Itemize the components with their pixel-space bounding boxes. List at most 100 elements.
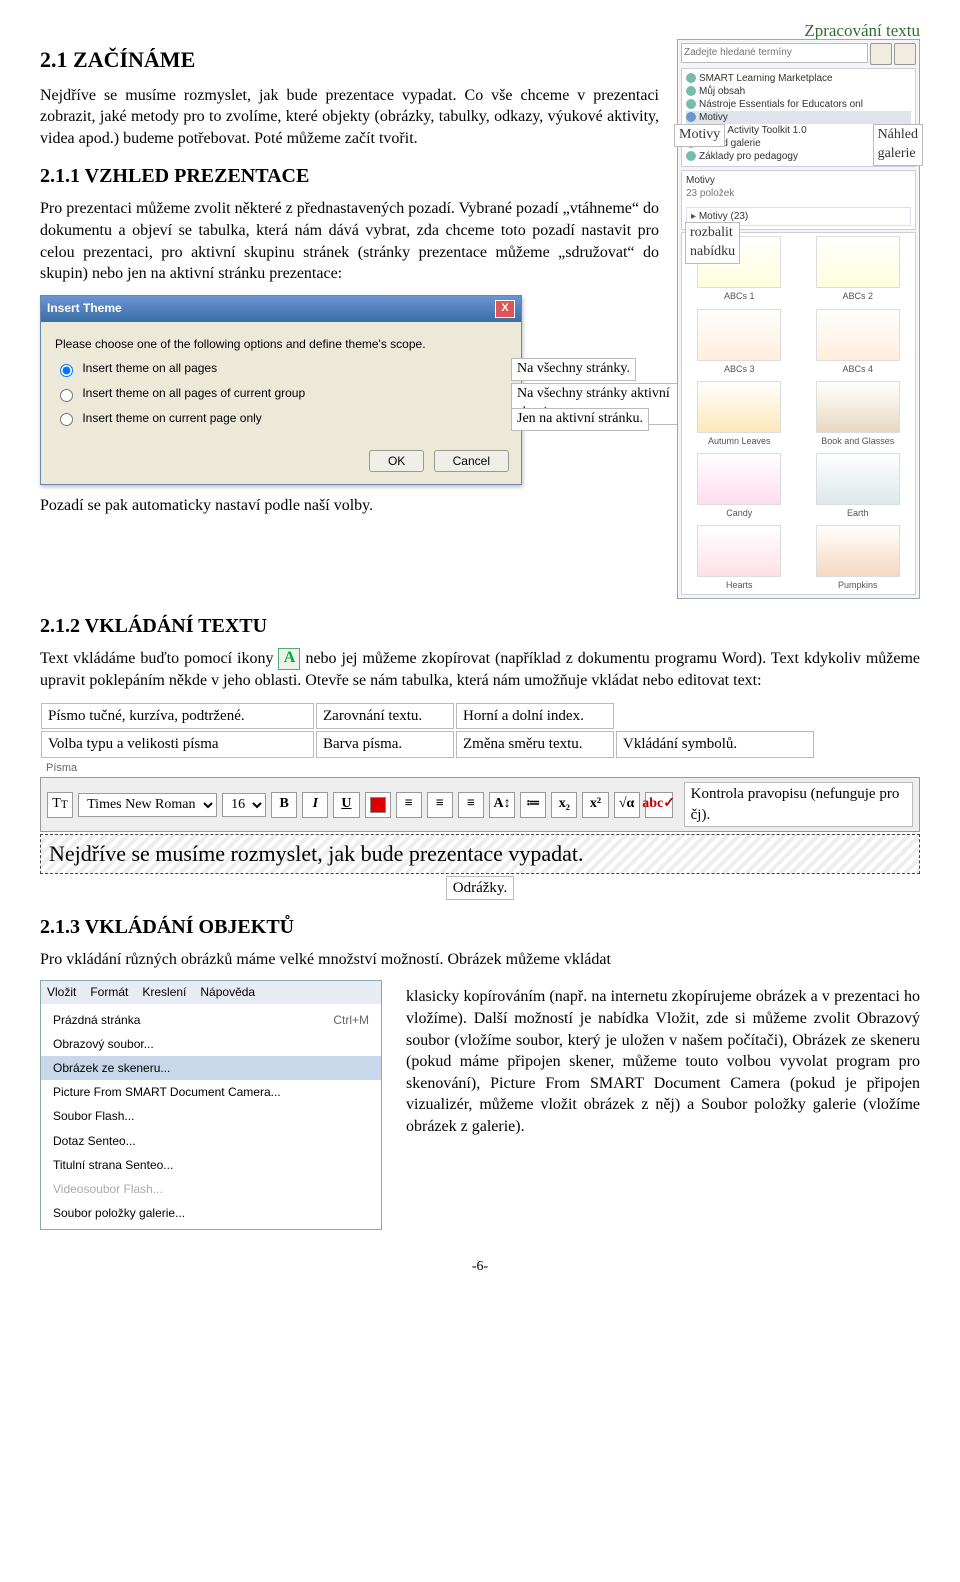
menu-item[interactable]: Prázdná stránkaCtrl+M	[41, 1008, 381, 1032]
callout-current: Jen na aktivní stránku.	[511, 408, 649, 431]
bullets-button[interactable]: ≔	[520, 792, 546, 818]
menu-item[interactable]: Dotaz Senteo...	[41, 1129, 381, 1153]
callout-all: Na všechny stránky.	[511, 358, 636, 381]
spellcheck-button[interactable]: abc✓	[645, 792, 673, 818]
panel-label: Písma	[40, 759, 920, 778]
radio-label: Insert theme on all pages of current gro…	[82, 386, 305, 400]
gallery-section: Motivy 23 položek ▸ Motivy (23) rozbalit…	[681, 170, 916, 231]
section-count: 23 položek	[686, 187, 911, 201]
annot-align: Zarovnání textu.	[316, 703, 454, 729]
search-go-icon[interactable]	[894, 43, 916, 65]
font-toolbar: Písma TT Times New Roman 16 B I U ≡ ≡ ≡ …	[40, 759, 920, 900]
underline-button[interactable]: U	[333, 792, 359, 818]
menu-bar-item[interactable]: Nápověda	[200, 984, 255, 1000]
dialog-prompt: Please choose one of the following optio…	[55, 336, 507, 352]
thumb[interactable]	[697, 525, 781, 577]
menu-bar-item[interactable]: Kreslení	[142, 984, 186, 1000]
heading-2-1-1: 2.1.1 VZHLED PREZENTACE	[40, 163, 659, 190]
annot-odrazky: Odrážky.	[446, 876, 514, 900]
align-right-button[interactable]: ≡	[458, 792, 484, 818]
annot-sup-sub: Horní a dolní index.	[456, 703, 614, 729]
radio-group-pages[interactable]: Insert theme on all pages of current gro…	[55, 385, 507, 402]
tree-item[interactable]: Můj obsah	[699, 86, 745, 97]
font-picker-icon[interactable]: TT	[47, 792, 73, 818]
font-size-select[interactable]: 16	[222, 793, 266, 817]
thumb[interactable]	[816, 381, 900, 433]
thumb[interactable]	[816, 525, 900, 577]
heading-2-1-3: 2.1.3 VKLÁDÁNÍ OBJEKTŮ	[40, 914, 920, 941]
bold-button[interactable]: B	[271, 792, 297, 818]
menu-bar-item[interactable]: Vložit	[47, 984, 76, 1000]
subscript-button[interactable]: x₂	[551, 792, 577, 818]
ok-button[interactable]: OK	[369, 450, 424, 472]
after-dialog-paragraph: Pozadí se pak automaticky nastaví podle …	[40, 495, 659, 517]
font-color-button[interactable]	[365, 792, 391, 818]
thumb[interactable]	[816, 236, 900, 288]
search-icon[interactable]	[870, 43, 892, 65]
superscript-button[interactable]: x²	[582, 792, 608, 818]
dialog-title: Insert Theme	[47, 300, 122, 318]
menu-item[interactable]: Picture From SMART Document Camera...	[41, 1080, 381, 1104]
tree-item[interactable]: Nástroje Essentials for Educators onl	[699, 99, 863, 110]
font-family-select[interactable]: Times New Roman	[78, 793, 217, 817]
radio-label: Insert theme on all pages	[82, 361, 217, 375]
menu-bar-item[interactable]: Formát	[90, 984, 128, 1000]
thumb[interactable]	[697, 381, 781, 433]
tree-item[interactable]: SMART Learning Marketplace	[699, 73, 833, 84]
menu-item: Videosoubor Flash...	[41, 1177, 381, 1201]
radio-label: Insert theme on current page only	[82, 411, 261, 425]
align-center-button[interactable]: ≡	[427, 792, 453, 818]
annot-font-type-size: Volba typu a velikosti písma	[41, 731, 314, 757]
annot-symbols: Vkládání symbolů.	[616, 731, 814, 757]
annot-rozbalit: rozbalit nabídku	[685, 222, 740, 264]
close-icon[interactable]: X	[495, 300, 515, 318]
menu-item[interactable]: Soubor Flash...	[41, 1104, 381, 1128]
h1-rest: AČÍNÁME	[88, 47, 196, 72]
thumb[interactable]	[697, 453, 781, 505]
thumb[interactable]	[816, 453, 900, 505]
example-text: Nejdříve se musíme rozmyslet, jak bude p…	[40, 834, 920, 874]
spellcheck-note: Kontrola pravopisu (nefunguje pro čj).	[684, 782, 913, 827]
expand-label: Motivy (23)	[699, 211, 748, 222]
menu-item[interactable]: Soubor položky galerie...	[41, 1201, 381, 1225]
thumb[interactable]	[697, 309, 781, 361]
text-a: Text vkládáme buďto pomocí ikony	[40, 650, 278, 667]
menu-item[interactable]: Obrázek ze skeneru...	[41, 1056, 381, 1080]
symbol-button[interactable]: √α	[614, 792, 640, 818]
align-left-button[interactable]: ≡	[396, 792, 422, 818]
format-annot-row1: Písmo tučné, kurzíva, podtržené. Zarovná…	[40, 702, 920, 730]
h1-cap: Z	[73, 47, 88, 72]
tree-item[interactable]: Základy pro pedagogy	[699, 151, 798, 162]
text-insert-paragraph: Text vkládáme buďto pomocí ikony A nebo …	[40, 648, 920, 692]
intro-paragraph: Nejdříve se musíme rozmyslet, jak bude p…	[40, 85, 659, 150]
format-annot-row2: Volba typu a velikosti písma Barva písma…	[40, 730, 920, 758]
page-number: -6-	[40, 1258, 920, 1277]
letter-a-icon: A	[278, 648, 300, 670]
heading-2-1: 2.1 ZAČÍNÁME	[40, 45, 659, 75]
heading-2-1-2: 2.1.2 VKLÁDÁNÍ TEXTU	[40, 613, 920, 640]
cancel-button[interactable]: Cancel	[434, 450, 509, 472]
objects-paragraph: klasicky kopírováním (např. na internetu…	[406, 986, 920, 1137]
annot-font-color: Barva písma.	[316, 731, 454, 757]
italic-button[interactable]: I	[302, 792, 328, 818]
gallery-panel: SMART Learning Marketplace Můj obsah Nás…	[677, 39, 920, 599]
radio-current-page[interactable]: Insert theme on current page only Jen na…	[55, 410, 507, 427]
insert-theme-dialog: Insert Theme X Please choose one of the …	[40, 295, 522, 486]
objects-lead: Pro vkládání různých obrázků máme velké …	[40, 949, 920, 971]
vzhled-paragraph: Pro prezentaci můžeme zvolit některé z p…	[40, 198, 659, 284]
expand-row[interactable]: ▸ Motivy (23) rozbalit nabídku	[686, 207, 911, 227]
gallery-thumbs: ABCs 1 ABCs 2 ABCs 3 ABCs 4 Autumn Leave…	[681, 232, 916, 595]
vlozit-menu: Vložit Formát Kreslení Nápověda Prázdná …	[40, 980, 382, 1230]
tree-item[interactable]: Motivy	[699, 112, 728, 123]
thumb[interactable]	[816, 309, 900, 361]
radio-all-pages[interactable]: Insert theme on all pages Na všechny str…	[55, 360, 507, 377]
annot-nahled: Náhled galerie	[873, 124, 923, 166]
menu-item[interactable]: Obrazový soubor...	[41, 1032, 381, 1056]
annot-motivy: Motivy	[674, 124, 725, 147]
section-title: Motivy	[686, 174, 911, 188]
gallery-search-input[interactable]	[681, 43, 868, 63]
menu-item[interactable]: Titulní strana Senteo...	[41, 1153, 381, 1177]
annot-bold-italic: Písmo tučné, kurzíva, podtržené.	[41, 703, 314, 729]
text-direction-button[interactable]: A↕	[489, 792, 515, 818]
annot-text-direction: Změna směru textu.	[456, 731, 614, 757]
